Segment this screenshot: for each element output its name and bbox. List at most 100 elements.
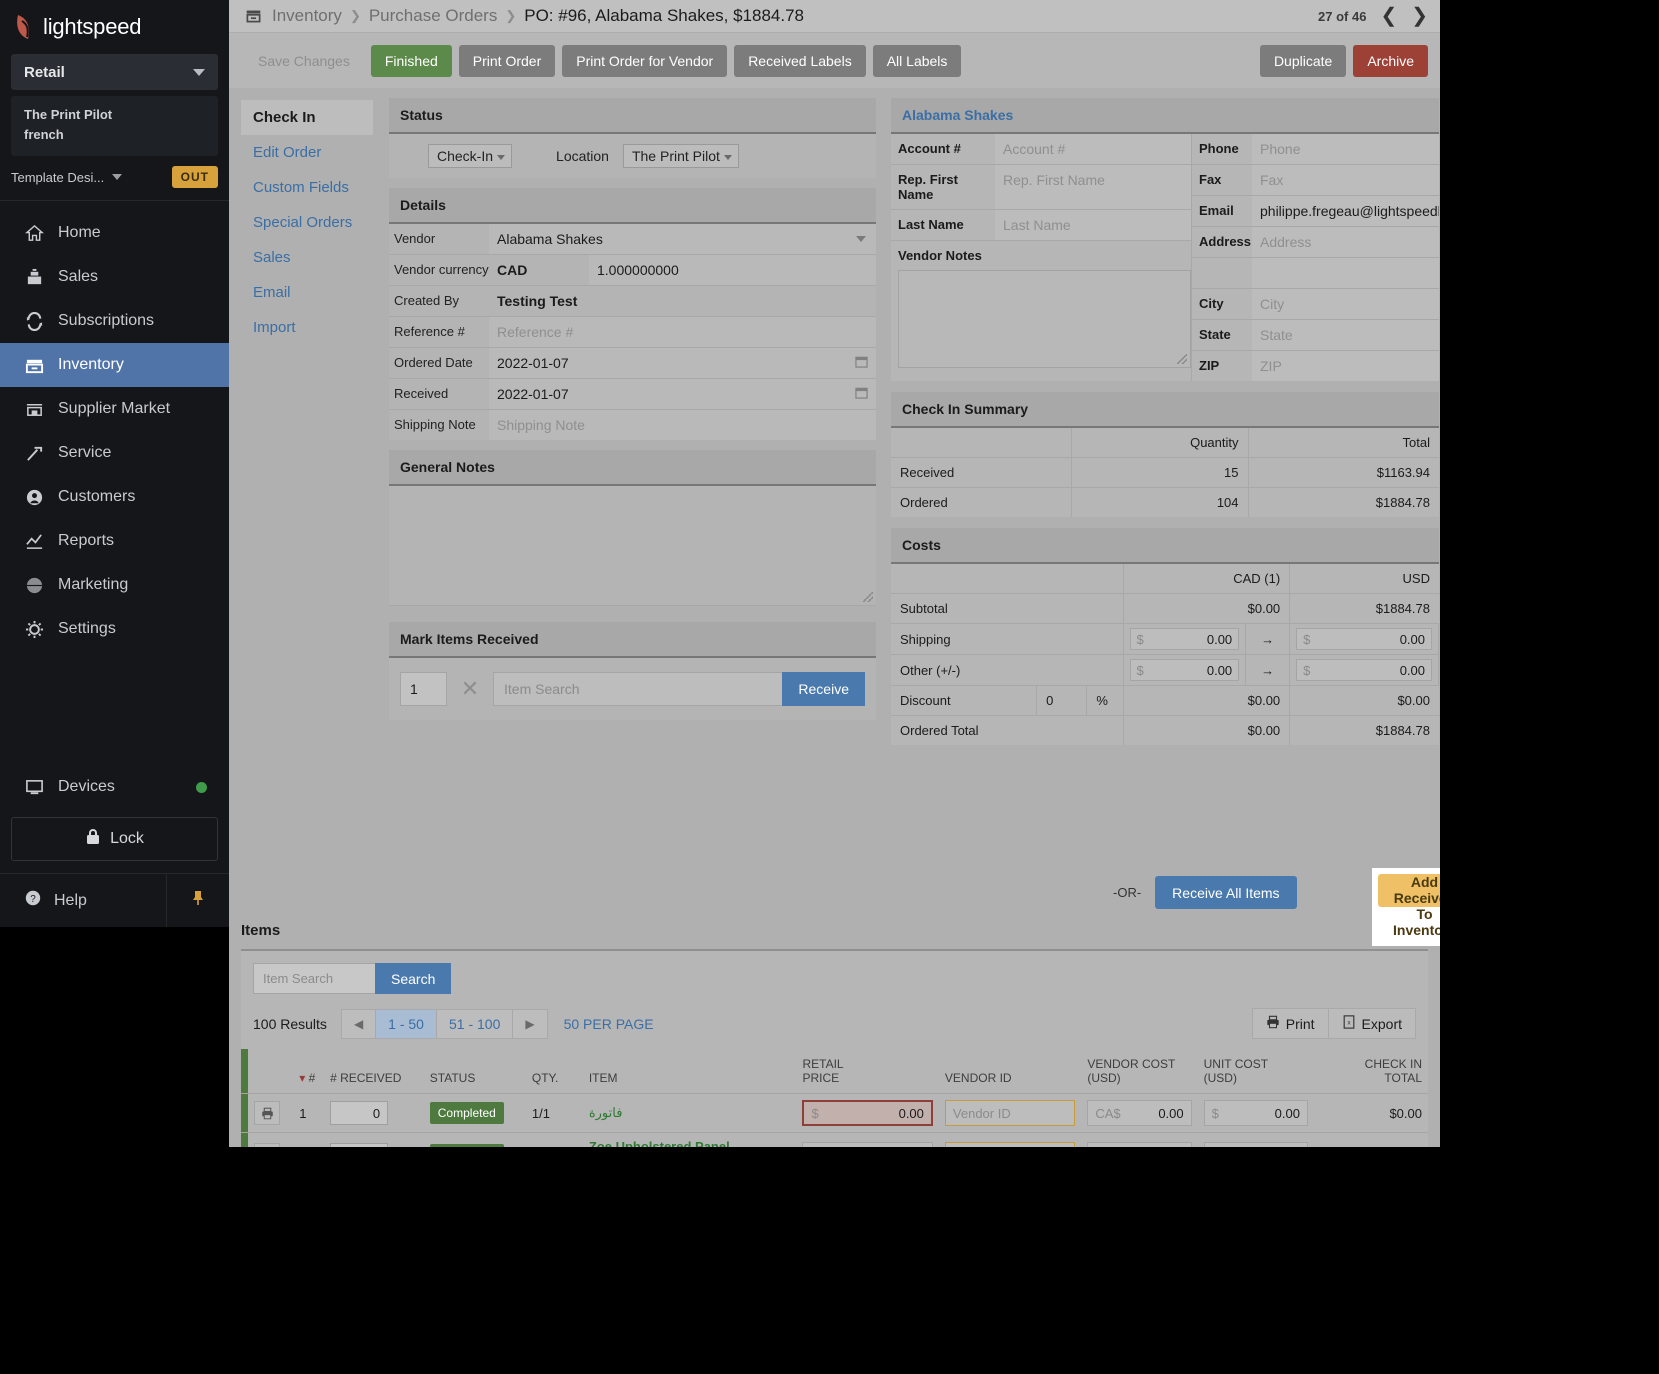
employee-row[interactable]: Template Desi... OUT <box>11 166 218 189</box>
pin-button[interactable] <box>167 889 229 912</box>
breadcrumb-inventory[interactable]: Inventory <box>272 6 342 26</box>
receive-all-items-button[interactable]: Receive All Items <box>1155 876 1297 909</box>
clock-status-badge[interactable]: OUT <box>171 166 218 189</box>
col-received[interactable]: # RECEIVED <box>324 1049 424 1094</box>
received-labels-button[interactable]: Received Labels <box>734 44 866 77</box>
vendor-last-name-input[interactable]: Last Name <box>995 210 1191 240</box>
vendor-address-input[interactable]: Address <box>1252 227 1439 257</box>
item-link[interactable]: فاتورة <box>589 1105 623 1120</box>
sidebar-item-marketing[interactable]: Marketing <box>0 563 229 607</box>
discount-pct-input[interactable]: 0 <box>1036 685 1088 716</box>
finished-button[interactable]: Finished <box>370 44 452 77</box>
sidebar-item-devices[interactable]: Devices <box>0 765 229 809</box>
vendor-city-input[interactable]: City <box>1252 289 1439 319</box>
vendor-account-input[interactable]: Account # <box>995 134 1191 164</box>
subnav-item-sales[interactable]: Sales <box>241 240 373 275</box>
lock-button[interactable]: Lock <box>11 817 218 861</box>
col-qty[interactable]: QTY. <box>525 1049 583 1094</box>
print-order-for-vendor-button[interactable]: Print Order for Vendor <box>562 44 728 77</box>
items-search-input[interactable]: Item Search <box>253 963 375 994</box>
next-page-icon[interactable]: ▶ <box>513 1010 546 1038</box>
next-record-icon[interactable]: ❯ <box>1411 6 1428 26</box>
receive-button[interactable]: Receive <box>782 672 865 706</box>
receive-qty-input[interactable]: 1 <box>400 672 447 706</box>
other-cad-input[interactable]: $0.00 <box>1123 654 1247 686</box>
print-row-icon[interactable] <box>254 1101 281 1125</box>
archive-button[interactable]: Archive <box>1353 44 1428 77</box>
vendor-notes-textarea[interactable] <box>898 270 1191 368</box>
items-pager-row: 100 Results ◀ 1 - 50 51 - 100 ▶ 50 PER P… <box>241 1004 1428 1049</box>
subnav-item-special-orders[interactable]: Special Orders <box>241 205 373 240</box>
sidebar-item-sales[interactable]: Sales <box>0 255 229 299</box>
ordered-date-input[interactable]: 2022-01-07 <box>489 348 876 378</box>
shop-selector[interactable]: Retail <box>11 54 218 90</box>
received-date-input[interactable]: 2022-01-07 <box>489 379 876 409</box>
export-button[interactable]: x Export <box>1329 1009 1415 1038</box>
shipping-cad-input[interactable]: $0.00 <box>1123 623 1247 655</box>
unit-cost-input[interactable]: $0.00 <box>1203 1100 1308 1126</box>
shop-info[interactable]: The Print Pilot french <box>11 96 218 157</box>
location-select[interactable]: The Print Pilot <box>622 144 739 168</box>
vendor-select[interactable]: Alabama Shakes <box>489 224 876 254</box>
retail-price-input[interactable]: $0.00 <box>802 1100 933 1126</box>
print-button[interactable]: Print <box>1253 1009 1329 1038</box>
status-select[interactable]: Check-In <box>428 144 513 168</box>
save-changes-button[interactable]: Save Changes <box>244 45 364 77</box>
sidebar-item-settings[interactable]: Settings <box>0 607 229 651</box>
reference-input[interactable]: Reference # <box>489 317 876 347</box>
vendor-phone-input[interactable]: Phone <box>1252 134 1439 164</box>
page-51-100[interactable]: 51 - 100 <box>437 1009 514 1038</box>
sidebar-item-home[interactable]: Home <box>0 211 229 255</box>
other-usd-input[interactable]: $0.00 <box>1289 654 1439 686</box>
row-retail-cell: $0.00 <box>796 1093 939 1133</box>
vendor-panel-title[interactable]: Alabama Shakes <box>891 98 1439 134</box>
resize-handle[interactable] <box>1177 354 1187 364</box>
page-1-50[interactable]: 1 - 50 <box>376 1009 437 1038</box>
sidebar-item-reports[interactable]: Reports <box>0 519 229 563</box>
vendor-fax-input[interactable]: Fax <box>1252 165 1439 195</box>
vendor-cost-input[interactable]: CA$0.00 <box>1087 1100 1192 1126</box>
print-order-button[interactable]: Print Order <box>458 44 556 77</box>
vendor-state-input[interactable]: State <box>1252 320 1439 350</box>
subnav-item-edit-order[interactable]: Edit Order <box>241 135 373 170</box>
shipping-note-input[interactable]: Shipping Note <box>489 410 876 440</box>
subnav-item-import[interactable]: Import <box>241 310 373 345</box>
general-notes-textarea[interactable] <box>389 486 876 606</box>
subnav-item-custom-fields[interactable]: Custom Fields <box>241 170 373 205</box>
subnav-item-check-in[interactable]: Check In <box>241 100 373 135</box>
items-search-button[interactable]: Search <box>375 963 452 994</box>
mark-items-search-input[interactable]: Item Search <box>493 672 783 706</box>
prev-page-icon[interactable]: ◀ <box>342 1009 377 1038</box>
sidebar-item-inventory[interactable]: Inventory <box>0 343 229 388</box>
vendor-zip-input[interactable]: ZIP <box>1252 351 1439 381</box>
duplicate-button[interactable]: Duplicate <box>1259 44 1347 77</box>
resize-handle[interactable] <box>863 592 873 602</box>
vendor-id-input[interactable]: Vendor ID <box>944 1100 1076 1126</box>
table-row[interactable]: 1 0 Completed 1/1 فاتورة $0.00 Vendor ID… <box>241 1093 1428 1133</box>
vendor-rep-first-name-input[interactable]: Rep. First Name <box>995 165 1191 209</box>
col-number[interactable]: ▾ # <box>293 1049 325 1094</box>
breadcrumb-purchase-orders[interactable]: Purchase Orders <box>369 6 498 26</box>
sidebar-item-customers[interactable]: Customers <box>0 475 229 519</box>
col-vendor-cost[interactable]: VENDOR COST (USD) <box>1081 1049 1198 1094</box>
col-item[interactable]: ITEM <box>582 1049 797 1094</box>
per-page-selector[interactable]: 50 PER PAGE <box>564 1016 654 1032</box>
col-vendor-id[interactable]: VENDOR ID <box>938 1049 1082 1094</box>
help-button[interactable]: ? Help <box>0 874 167 927</box>
vendor-email-input[interactable]: philippe.fregeau@lightspeedh <box>1252 196 1439 226</box>
sidebar-item-supplier-market[interactable]: Supplier Market <box>0 387 229 431</box>
col-checkin-total[interactable]: CHECK IN TOTAL <box>1313 1049 1428 1094</box>
all-labels-button[interactable]: All Labels <box>872 44 962 77</box>
col-status[interactable]: STATUS <box>423 1049 526 1094</box>
received-input[interactable]: 0 <box>330 1101 389 1125</box>
col-unit-cost[interactable]: UNIT COST (USD) <box>1197 1049 1314 1094</box>
vendor-address2-input[interactable] <box>1252 258 1439 288</box>
sidebar-item-service[interactable]: Service <box>0 431 229 475</box>
shipping-usd-input[interactable]: $0.00 <box>1289 623 1439 655</box>
prev-record-icon[interactable]: ❮ <box>1380 6 1397 26</box>
currency-rate[interactable]: 1.000000000 <box>589 255 876 285</box>
row-unit-cost-cell: $0.00 <box>1197 1093 1314 1133</box>
col-retail-price[interactable]: RETAIL PRICE <box>796 1049 939 1094</box>
sidebar-item-subscriptions[interactable]: Subscriptions <box>0 299 229 343</box>
subnav-item-email[interactable]: Email <box>241 275 373 310</box>
